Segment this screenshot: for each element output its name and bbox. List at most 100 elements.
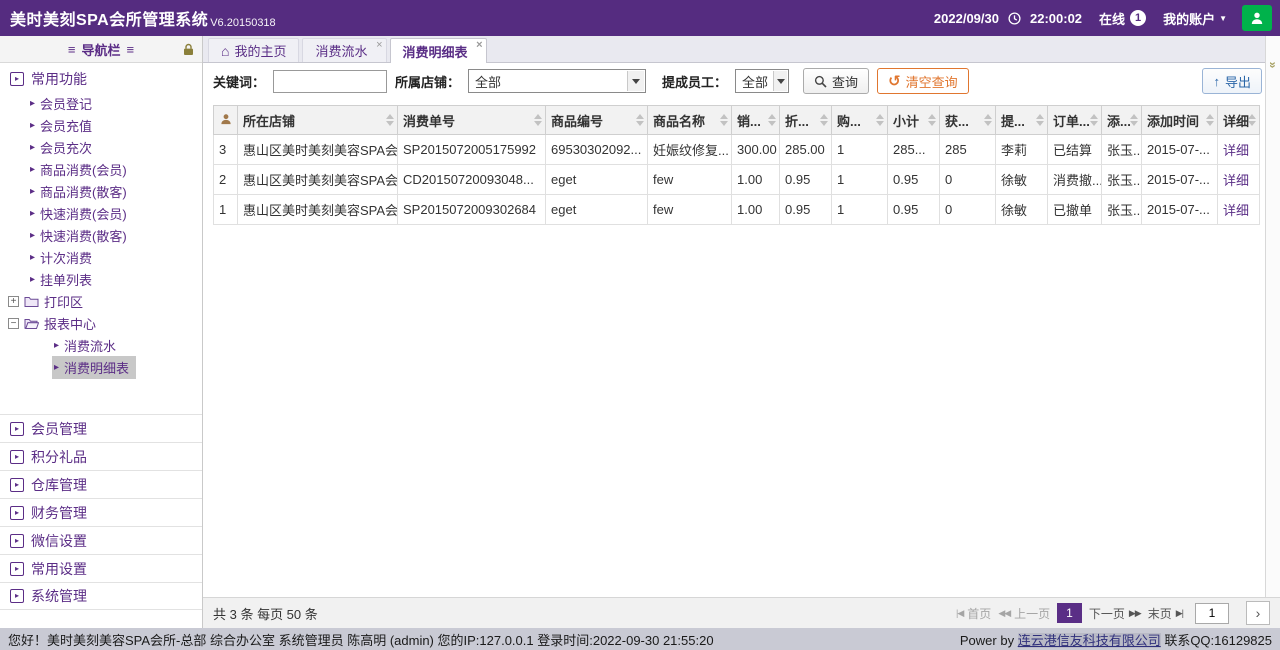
sort-icon[interactable]: [1130, 114, 1138, 126]
sort-icon[interactable]: [928, 114, 936, 126]
column-header[interactable]: 获...: [940, 106, 996, 135]
column-header[interactable]: 订单...: [1048, 106, 1102, 135]
lock-icon[interactable]: [183, 43, 194, 56]
sort-icon[interactable]: [768, 114, 776, 126]
column-header[interactable]: 提...: [996, 106, 1048, 135]
clear-search-button[interactable]: ↺ 清空查询: [877, 68, 969, 94]
search-button-label: 查询: [832, 72, 858, 91]
sidebar-item[interactable]: ▸快速消费(会员): [0, 202, 202, 224]
sort-icon[interactable]: [534, 114, 542, 126]
sidebar-item[interactable]: ▸挂单列表: [0, 268, 202, 290]
first-page-button[interactable]: |◀ 首页: [956, 605, 991, 622]
scrollbar-strip[interactable]: »: [1265, 36, 1280, 597]
online-status[interactable]: 在线 1: [1099, 9, 1146, 28]
collapse-panel-icon[interactable]: »: [1266, 58, 1280, 72]
online-service-button[interactable]: [1242, 5, 1272, 31]
tab-home[interactable]: ⌂ 我的主页: [208, 38, 299, 62]
search-button[interactable]: 查询: [803, 68, 869, 94]
sidebar-header[interactable]: ≡ 导航栏 ≡: [0, 36, 202, 63]
column-header[interactable]: 购...: [832, 106, 888, 135]
column-header[interactable]: 商品名称: [648, 106, 732, 135]
clear-button-label: 清空查询: [906, 72, 958, 91]
column-header[interactable]: 销...: [732, 106, 780, 135]
sidebar-item[interactable]: ▸消费明细表: [0, 356, 202, 378]
keyword-input[interactable]: [273, 70, 387, 93]
sidebar-item[interactable]: ▸商品消费(散客): [0, 180, 202, 202]
sidebar-item[interactable]: ▸仓库管理: [0, 470, 202, 498]
contact-qq: 联系QQ:16129825: [1161, 633, 1272, 648]
sort-icon[interactable]: [636, 114, 644, 126]
page-number-input[interactable]: [1195, 603, 1229, 624]
tab-close-icon[interactable]: ×: [476, 39, 482, 51]
sidebar-item[interactable]: ▸常用设置: [0, 554, 202, 582]
detail-link[interactable]: 详细: [1218, 165, 1260, 195]
table-cell: 徐敏: [996, 165, 1048, 195]
column-header[interactable]: 所在店铺: [238, 106, 398, 135]
sidebar-item[interactable]: ▸会员管理: [0, 414, 202, 442]
column-header[interactable]: 详细: [1218, 106, 1260, 135]
header-right-group: 2022/09/30 22:00:02 在线 1 我的账户 ▼: [934, 5, 1272, 31]
collapse-node-icon[interactable]: −: [8, 318, 19, 329]
tab-consume-detail[interactable]: 消费明细表 ×: [390, 38, 487, 63]
column-header[interactable]: 折...: [780, 106, 832, 135]
sidebar-item[interactable]: +打印区: [0, 290, 202, 312]
detail-link[interactable]: 详细: [1218, 135, 1260, 165]
sidebar-item[interactable]: ▸会员充值: [0, 114, 202, 136]
table-cell: 0.95: [888, 195, 940, 225]
sort-icon[interactable]: [1206, 114, 1214, 126]
sidebar-item[interactable]: ▸微信设置: [0, 526, 202, 554]
current-page-button[interactable]: 1: [1057, 603, 1082, 623]
company-link[interactable]: 连云港信友科技有限公司: [1018, 633, 1161, 648]
tab-close-icon[interactable]: ×: [376, 39, 382, 51]
sort-icon[interactable]: [1248, 114, 1256, 126]
sort-icon[interactable]: [876, 114, 884, 126]
column-header[interactable]: 添加时间: [1142, 106, 1218, 135]
sidebar-item[interactable]: ▸快速消费(散客): [0, 224, 202, 246]
sidebar-item-label: 快速消费(散客): [40, 226, 127, 245]
sidebar-item[interactable]: ▸常用功能: [0, 66, 202, 92]
detail-link[interactable]: 详细: [1218, 195, 1260, 225]
sidebar-item[interactable]: ▸系统管理: [0, 582, 202, 610]
sidebar-item-label: 商品消费(会员): [40, 160, 127, 179]
power-by: Power by 连云港信友科技有限公司 联系QQ:16129825: [960, 630, 1272, 649]
sort-icon[interactable]: [720, 114, 728, 126]
menu-bars-icon: ≡: [68, 42, 76, 57]
sidebar-item-label: 挂单列表: [40, 270, 92, 289]
sidebar-item[interactable]: ▸财务管理: [0, 498, 202, 526]
caret-right-icon: ▸: [30, 98, 35, 109]
sidebar-item[interactable]: ▸计次消费: [0, 246, 202, 268]
table-cell: 2015-07-...: [1142, 195, 1218, 225]
staff-select[interactable]: 全部: [735, 69, 789, 93]
sidebar-item[interactable]: ▸消费流水: [0, 334, 202, 356]
app-version: V6.20150318: [210, 17, 275, 29]
sort-icon[interactable]: [984, 114, 992, 126]
store-select[interactable]: 全部: [468, 69, 646, 93]
pagination-bar: 共 3 条 每页 50 条 |◀ 首页 ◀◀ 上一页 1 下一页 ▶▶ 末页 ▶…: [203, 597, 1280, 628]
column-header[interactable]: 消费单号: [398, 106, 546, 135]
table-cell: 张玉...: [1102, 165, 1142, 195]
expand-node-icon[interactable]: +: [8, 296, 19, 307]
sidebar-item[interactable]: ▸商品消费(会员): [0, 158, 202, 180]
next-page-button[interactable]: 下一页 ▶▶: [1089, 605, 1141, 622]
table-header-row: 所在店铺消费单号商品编号商品名称销...折...购...小计获... 提... 订单…: [214, 106, 1260, 135]
column-header[interactable]: 商品编号: [546, 106, 648, 135]
account-menu[interactable]: 我的账户 ▼: [1163, 9, 1227, 28]
caret-right-icon: ▸: [30, 142, 35, 153]
export-button[interactable]: ↑ 导出: [1202, 68, 1262, 94]
sidebar-item[interactable]: ▸会员登记: [0, 92, 202, 114]
sidebar-item[interactable]: ▸积分礼品: [0, 442, 202, 470]
row-number: 1: [214, 195, 238, 225]
column-header[interactable]: 小计: [888, 106, 940, 135]
sort-icon[interactable]: [1090, 114, 1098, 126]
go-page-button[interactable]: ›: [1246, 601, 1270, 625]
sidebar-item[interactable]: −报表中心: [0, 312, 202, 334]
sidebar-item[interactable]: ▸会员充次: [0, 136, 202, 158]
tab-consume-flow[interactable]: 消费流水 ×: [302, 38, 386, 62]
column-header-label: 提...: [1001, 114, 1025, 129]
column-header[interactable]: 添...: [1102, 106, 1142, 135]
prev-page-button[interactable]: ◀◀ 上一页: [998, 605, 1050, 622]
sort-icon[interactable]: [820, 114, 828, 126]
last-page-button[interactable]: 末页 ▶|: [1148, 605, 1183, 622]
sort-icon[interactable]: [386, 114, 394, 126]
sort-icon[interactable]: [1036, 114, 1044, 126]
